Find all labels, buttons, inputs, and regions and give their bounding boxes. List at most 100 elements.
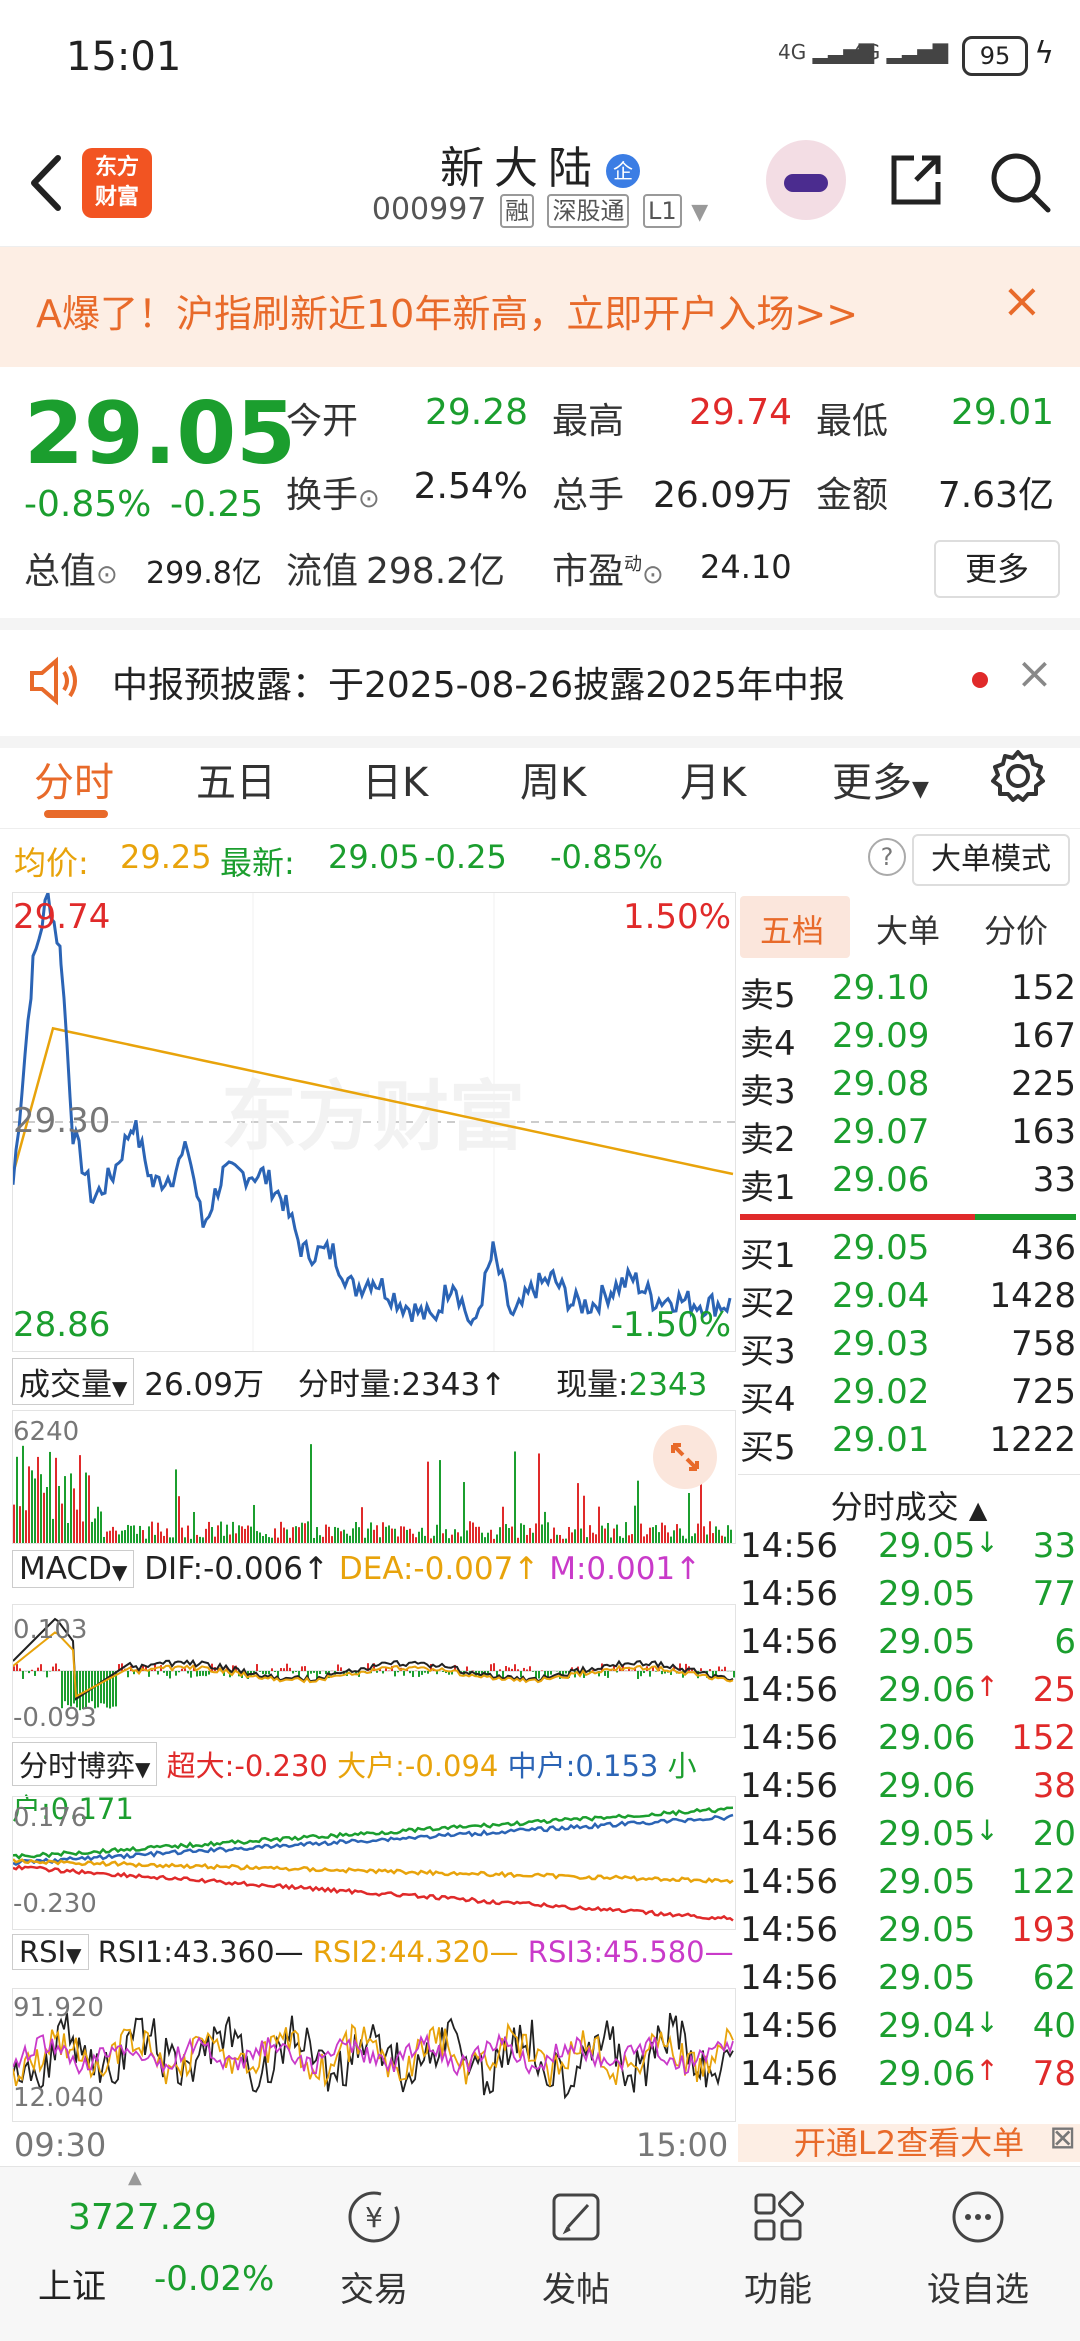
macd-bar (37, 1668, 39, 1671)
volume-bar (55, 1458, 57, 1543)
volume-bar (592, 1533, 594, 1543)
macd-chart[interactable]: 0.103 -0.093 (12, 1604, 736, 1738)
share-icon[interactable] (886, 150, 946, 210)
ask-row[interactable]: 卖129.0633 (740, 1160, 1076, 1208)
macd-bar (409, 1671, 411, 1673)
ask-row[interactable]: 卖229.07163 (740, 1112, 1076, 1160)
volume-bar (112, 1527, 114, 1543)
ai-assistant-robot-icon[interactable] (766, 140, 846, 220)
arrow-up-icon: ↑ (975, 1670, 998, 1703)
ask-row[interactable]: 卖529.10152 (740, 968, 1076, 1016)
bid-row[interactable]: 买129.05436 (740, 1228, 1076, 1276)
macd-bar (205, 1671, 207, 1676)
volume-bar (568, 1527, 570, 1543)
tab-five-day[interactable]: 五日 (196, 750, 276, 808)
volume-bar (232, 1522, 234, 1543)
macd-bar (532, 1671, 534, 1672)
nav-trade[interactable]: ¥ 交易 (304, 2187, 444, 2311)
tab-weekly-k[interactable]: 周K (520, 750, 586, 808)
volume-bar (610, 1537, 612, 1543)
volume-bar (601, 1526, 603, 1543)
volume-bar (718, 1530, 720, 1543)
volume-bar (178, 1496, 180, 1543)
nav-watchlist[interactable]: 设自选 (908, 2187, 1048, 2311)
volume-bar (343, 1530, 345, 1543)
volume-bar (712, 1533, 714, 1543)
notice-text[interactable]: 中报预披露：于2025-08-26披露2025年中报 (112, 656, 845, 708)
volume-bar (373, 1530, 375, 1543)
volume-bar (22, 1446, 24, 1543)
bid-row[interactable]: 买329.03758 (740, 1324, 1076, 1372)
macd-bar (163, 1671, 165, 1673)
pe-label[interactable]: 市盈动⊙ (552, 542, 664, 594)
ask-row[interactable]: 卖429.09167 (740, 1016, 1076, 1064)
volume-bar (355, 1522, 357, 1543)
promo-banner[interactable]: A爆了！沪指刷新近10年新高，立即开户入场>> × (0, 247, 1080, 367)
volume-bar (331, 1536, 333, 1543)
expand-icon[interactable] (653, 1425, 717, 1489)
order-book-panel: 五档 大单 分价 卖529.10152卖429.09167卖329.08225卖… (738, 892, 1080, 2162)
tab-daily-k[interactable]: 日K (362, 750, 428, 808)
index-widget[interactable]: ▲ 3727.29 上证 -0.02% (0, 2167, 270, 2341)
mktcap-label[interactable]: 总值⊙ (24, 542, 118, 594)
promo-text[interactable]: A爆了！沪指刷新近10年新高，立即开户入场>> (36, 283, 858, 338)
tab-intraday[interactable]: 分时 (34, 750, 114, 808)
close-icon[interactable]: × (1002, 273, 1042, 329)
volume-bar (556, 1535, 558, 1543)
volume-bar (472, 1523, 474, 1543)
macd-m: M:0.001 (549, 1551, 675, 1587)
macd-bar (733, 1671, 735, 1677)
capital-flow-dropdown[interactable]: 分时博弈▼ (12, 1742, 157, 1786)
bid-row[interactable]: 买429.02725 (740, 1372, 1076, 1420)
macd-bar (100, 1671, 102, 1703)
tab-big-order[interactable]: 大单 (876, 906, 940, 952)
volume-chart[interactable]: 6240 (12, 1410, 736, 1544)
bid-row-volume: 758 (1011, 1324, 1076, 1364)
tab-five-level[interactable]: 五档 (760, 906, 824, 952)
ask-row[interactable]: 卖329.08225 (740, 1064, 1076, 1112)
volume-bar (277, 1538, 279, 1543)
capital-flow-chart[interactable]: 0.176 -0.230 (12, 1796, 736, 1930)
price-chart[interactable]: 东方财富 29.74 29.30 28.86 1.50% -1.50% (12, 892, 736, 1352)
macd-bar (181, 1669, 183, 1671)
bid-row[interactable]: 买529.011222 (740, 1420, 1076, 1468)
tab-more[interactable]: 更多▼ (832, 750, 929, 808)
volume-bar (37, 1457, 39, 1543)
more-button[interactable]: 更多 (934, 540, 1060, 598)
settings-gear-icon[interactable] (990, 748, 1046, 804)
big-order-mode-button[interactable]: 大单模式 (912, 834, 1070, 886)
l2-promo[interactable]: 开通L2查看大单 (738, 2124, 1080, 2162)
volume-indicator-dropdown[interactable]: 成交量▼ (12, 1358, 134, 1405)
macd-bar (187, 1671, 189, 1673)
volume-bar (211, 1527, 213, 1543)
caret-up-icon: ▲ (128, 2167, 142, 2188)
volume-bar (688, 1493, 690, 1543)
rsi-indicator-dropdown[interactable]: RSI▼ (12, 1934, 89, 1970)
macd-bar (286, 1664, 288, 1671)
tab-price-dist[interactable]: 分价 (984, 906, 1048, 952)
volume-bar (553, 1528, 555, 1543)
help-icon[interactable]: ? (868, 838, 906, 876)
volume-bar (457, 1532, 459, 1543)
close-icon[interactable]: ⊠ (1049, 2118, 1076, 2156)
search-icon[interactable] (988, 150, 1052, 214)
volume-bar (307, 1521, 309, 1543)
nav-function[interactable]: 功能 (708, 2187, 848, 2311)
macd-indicator-dropdown[interactable]: MACD▼ (12, 1550, 134, 1588)
rsi-chart[interactable]: 91.920 12.040 (12, 1988, 736, 2122)
turnover-label[interactable]: 换手⊙ (286, 466, 380, 518)
volume-bar (358, 1527, 360, 1543)
macd-bar (526, 1669, 528, 1671)
volume-bar (643, 1536, 645, 1543)
close-icon[interactable]: × (1016, 648, 1053, 699)
enterprise-badge-icon: 企 (606, 154, 640, 188)
macd-dif: DIF:-0.006 (144, 1551, 303, 1587)
ticks-title[interactable]: 分时成交 ▲ (738, 1482, 1080, 1528)
bid-row[interactable]: 买229.041428 (740, 1276, 1076, 1324)
nav-post[interactable]: 发帖 (506, 2187, 646, 2311)
ask-row-label: 卖2 (740, 1112, 796, 1161)
macd-bar (511, 1669, 513, 1671)
volume-bar (352, 1528, 354, 1543)
volume-bar (88, 1475, 90, 1543)
tab-monthly-k[interactable]: 月K (680, 750, 746, 808)
